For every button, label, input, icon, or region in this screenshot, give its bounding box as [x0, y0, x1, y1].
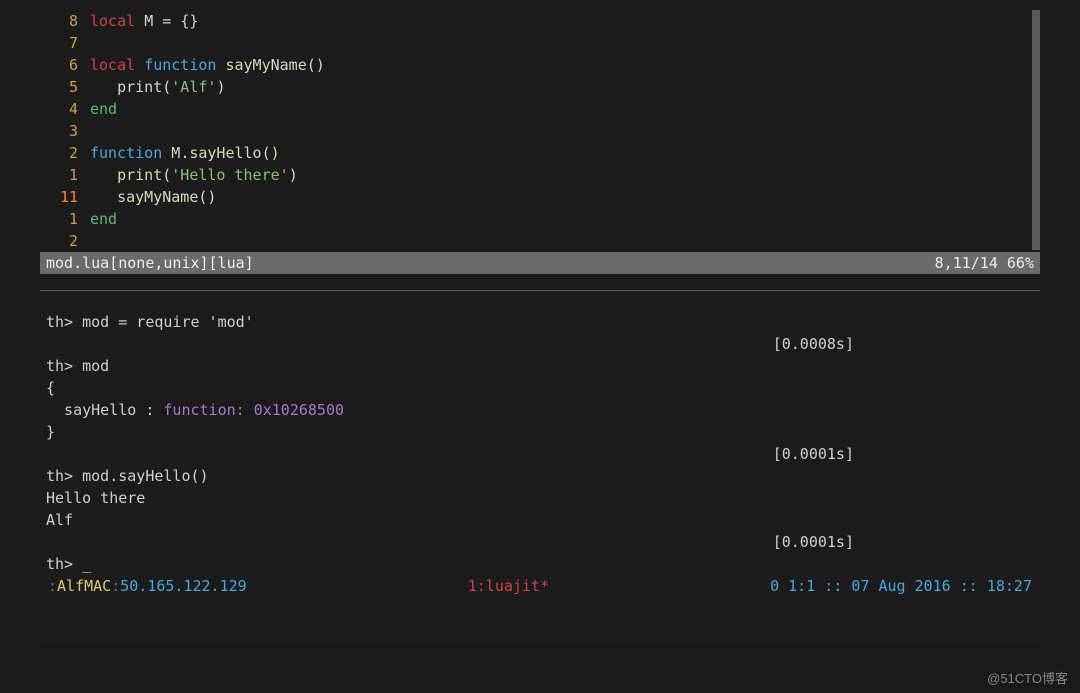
term-timing: [0.0008s]	[46, 333, 1034, 355]
code-line[interactable]: 7	[40, 32, 1040, 54]
scrollbar[interactable]	[1032, 10, 1040, 250]
editor-container: 8local M = {}76local function sayMyName(…	[40, 0, 1040, 645]
code-line[interactable]: 11 sayMyName()	[40, 186, 1040, 208]
term-timing: [0.0001s]	[46, 443, 1034, 465]
term-output: Hello there	[46, 487, 1034, 509]
code-content[interactable]: sayMyName()	[90, 186, 1040, 208]
tmux-ip: 50.165.122.129	[120, 575, 246, 597]
tmux-clock: 0 1:1 :: 07 Aug 2016 :: 18:27	[770, 575, 1032, 597]
line-number: 2	[40, 142, 90, 164]
line-number: 6	[40, 54, 90, 76]
code-content[interactable]: end	[90, 208, 1040, 230]
code-line[interactable]: 2function M.sayHello()	[40, 142, 1040, 164]
code-line[interactable]: 3	[40, 120, 1040, 142]
line-number: 5	[40, 76, 90, 98]
line-number: 3	[40, 120, 90, 142]
tmux-left: : AlfMAC : 50.165.122.129	[48, 575, 247, 597]
code-content[interactable]: print('Hello there')	[90, 164, 1040, 186]
code-line[interactable]: 1 print('Hello there')	[40, 164, 1040, 186]
code-content[interactable]	[90, 32, 1040, 54]
code-content[interactable]: function M.sayHello()	[90, 142, 1040, 164]
status-left: mod.lua[none,unix][lua]	[46, 253, 254, 273]
watermark: @51CTO博客	[987, 668, 1068, 687]
term-prompt-line[interactable]: th> mod.sayHello()	[46, 465, 1034, 487]
term-prompt-line[interactable]: th> _	[46, 553, 1034, 575]
code-line[interactable]: 5 print('Alf')	[40, 76, 1040, 98]
code-content[interactable]: print('Alf')	[90, 76, 1040, 98]
editor-pane[interactable]: 8local M = {}76local function sayMyName(…	[40, 0, 1040, 252]
cursor: _	[82, 555, 91, 573]
code-line[interactable]: 6local function sayMyName()	[40, 54, 1040, 76]
tmux-window[interactable]: 1:luajit*	[468, 575, 549, 597]
line-number: 4	[40, 98, 90, 120]
term-output: sayHello : function: 0x10268500	[46, 399, 1034, 421]
line-number: 8	[40, 10, 90, 32]
terminal-pane[interactable]: th> mod = require 'mod'[0.0008s]th> mod{…	[40, 290, 1040, 597]
line-number: 11	[40, 186, 90, 208]
code-line[interactable]: 4end	[40, 98, 1040, 120]
status-right: 8,11/14 66%	[935, 253, 1034, 273]
code-content[interactable]: local M = {}	[90, 10, 1040, 32]
code-line[interactable]: 2	[40, 230, 1040, 252]
term-output: Alf	[46, 509, 1034, 531]
code-line[interactable]: 1end	[40, 208, 1040, 230]
status-bar: mod.lua[none,unix][lua] 8,11/14 66%	[40, 252, 1040, 274]
line-number: 2	[40, 230, 90, 252]
line-number: 7	[40, 32, 90, 54]
term-output: }	[46, 421, 1034, 443]
code-content[interactable]: local function sayMyName()	[90, 54, 1040, 76]
tmux-hostname: AlfMAC	[57, 575, 111, 597]
code-content[interactable]	[90, 120, 1040, 142]
term-prompt-line[interactable]: th> mod	[46, 355, 1034, 377]
line-number: 1	[40, 164, 90, 186]
code-content[interactable]: end	[90, 98, 1040, 120]
line-number: 1	[40, 208, 90, 230]
term-timing: [0.0001s]	[46, 531, 1034, 553]
code-line[interactable]: 8local M = {}	[40, 10, 1040, 32]
term-output: {	[46, 377, 1034, 399]
code-content[interactable]	[90, 230, 1040, 252]
term-prompt-line[interactable]: th> mod = require 'mod'	[46, 311, 1034, 333]
tmux-status-bar: : AlfMAC : 50.165.122.129 1:luajit* 0 1:…	[46, 575, 1034, 597]
